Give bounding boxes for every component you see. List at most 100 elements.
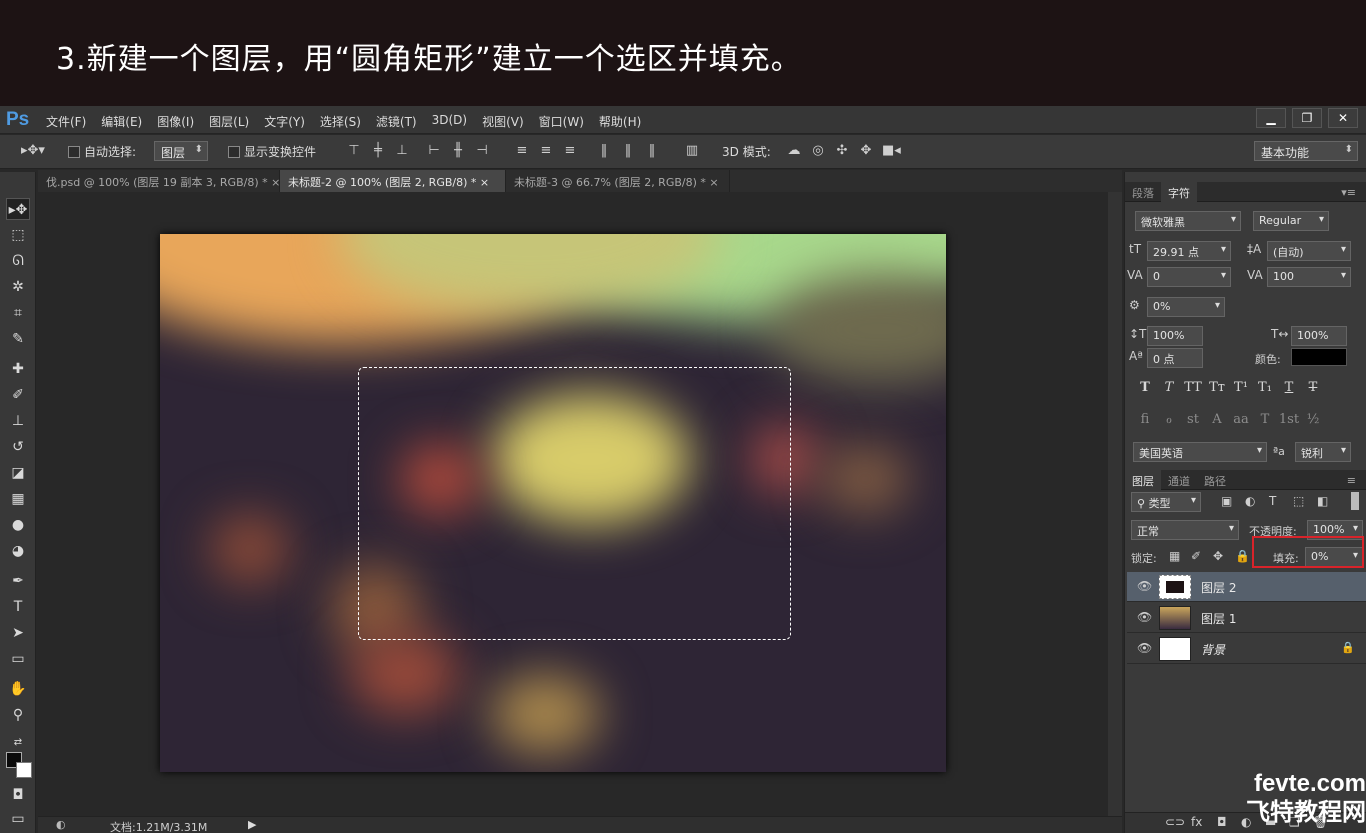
contextual-alt-button[interactable]: ℴ bbox=[1157, 412, 1181, 427]
doc-tab-3[interactable]: 未标题-3 @ 66.7% (图层 2, RGB/8) * × bbox=[506, 170, 730, 192]
tab-paths[interactable]: 路径 bbox=[1197, 470, 1233, 490]
close-tab-icon[interactable]: × bbox=[709, 176, 718, 189]
tab-layers[interactable]: 图层 bbox=[1125, 470, 1161, 490]
menu-view[interactable]: 视图(V) bbox=[482, 113, 524, 130]
distribute-bottom-icon[interactable]: ≡ bbox=[562, 143, 578, 159]
distribute-left-icon[interactable]: ‖ bbox=[596, 143, 612, 159]
menu-window[interactable]: 窗口(W) bbox=[539, 113, 584, 130]
distribute-hcenter-icon[interactable]: ‖ bbox=[620, 143, 636, 159]
lock-transparent-icon[interactable]: ▦ bbox=[1169, 549, 1180, 563]
tab-channels[interactable]: 通道 bbox=[1161, 470, 1197, 490]
align-left-icon[interactable]: ⊢ bbox=[426, 143, 442, 159]
healing-brush-icon[interactable]: ✚ bbox=[6, 358, 30, 380]
eraser-tool-icon[interactable]: ◪ bbox=[6, 462, 30, 484]
scale-3d-icon[interactable]: ■◂ bbox=[882, 143, 901, 159]
filter-shape-icon[interactable]: ⬚ bbox=[1293, 494, 1304, 508]
drag-3d-icon[interactable]: ✣ bbox=[834, 143, 850, 159]
move-tool-preset-icon[interactable]: ▸✥▾ bbox=[18, 143, 48, 159]
swash-button[interactable]: A bbox=[1205, 412, 1229, 427]
tab-paragraph[interactable]: 段落 bbox=[1125, 182, 1161, 202]
doc-tab-2[interactable]: 未标题-2 @ 100% (图层 2, RGB/8) * × bbox=[280, 170, 506, 192]
doc-tab-1[interactable]: 伐.psd @ 100% (图层 19 副本 3, RGB/8) * × bbox=[38, 170, 280, 192]
filter-pixel-icon[interactable]: ▣ bbox=[1221, 494, 1232, 508]
magic-wand-icon[interactable]: ✲ bbox=[6, 276, 30, 298]
crop-tool-icon[interactable]: ⌗ bbox=[6, 302, 30, 324]
layer-row[interactable]: 👁 图层 2 bbox=[1127, 572, 1366, 602]
lock-position-icon[interactable]: ✥ bbox=[1213, 549, 1223, 563]
dodge-tool-icon[interactable]: ◕ bbox=[6, 540, 30, 562]
leading-field[interactable]: (自动) bbox=[1267, 241, 1351, 261]
language-dropdown[interactable]: 美国英语 bbox=[1133, 442, 1267, 462]
all-caps-button[interactable]: TT bbox=[1181, 380, 1205, 395]
tab-character[interactable]: 字符 bbox=[1161, 182, 1197, 202]
baseline-shift-field[interactable]: 0 点 bbox=[1147, 348, 1203, 368]
align-bottom-icon[interactable]: ⊥ bbox=[394, 143, 410, 159]
ligatures-button[interactable]: fi bbox=[1133, 412, 1157, 427]
gradient-tool-icon[interactable]: ▦ bbox=[6, 488, 30, 510]
screen-mode-icon[interactable]: ▭ bbox=[6, 808, 30, 830]
auto-select-checkbox[interactable]: 自动选择: bbox=[68, 143, 136, 160]
layer-row[interactable]: 👁 图层 1 bbox=[1127, 603, 1366, 633]
titling-alt-button[interactable]: T bbox=[1253, 412, 1277, 427]
lasso-tool-icon[interactable]: ᘏ bbox=[6, 250, 30, 272]
minimize-button[interactable]: ▁ bbox=[1256, 108, 1286, 128]
menu-3d[interactable]: 3D(D) bbox=[432, 113, 467, 130]
status-menu-icon[interactable]: ◐ bbox=[56, 818, 66, 831]
subscript-button[interactable]: T₁ bbox=[1253, 380, 1277, 395]
filter-type-icon[interactable]: T bbox=[1269, 494, 1276, 508]
hand-tool-icon[interactable]: ✋ bbox=[6, 678, 30, 700]
roll-3d-icon[interactable]: ◎ bbox=[810, 143, 826, 159]
menu-layer[interactable]: 图层(L) bbox=[209, 113, 249, 130]
auto-align-icon[interactable]: ▥ bbox=[684, 143, 700, 159]
discretionary-lig-button[interactable]: st bbox=[1181, 412, 1205, 427]
vertical-scale-field[interactable]: 100% bbox=[1147, 326, 1203, 346]
vertical-scrollbar[interactable] bbox=[1108, 192, 1122, 816]
underline-button[interactable]: T bbox=[1277, 380, 1301, 395]
strikethrough-button[interactable]: T bbox=[1301, 380, 1325, 395]
restore-button[interactable]: ❐ bbox=[1292, 108, 1322, 128]
filter-smart-object-icon[interactable]: ◧ bbox=[1317, 494, 1328, 508]
kerning-field[interactable]: 0 bbox=[1147, 267, 1231, 287]
menu-filter[interactable]: 滤镜(T) bbox=[376, 113, 417, 130]
slide-3d-icon[interactable]: ✥ bbox=[858, 143, 874, 159]
blend-mode-dropdown[interactable]: 正常 bbox=[1131, 520, 1239, 540]
menu-help[interactable]: 帮助(H) bbox=[599, 113, 641, 130]
faux-bold-button[interactable]: T bbox=[1133, 380, 1157, 395]
eyedropper-icon[interactable]: ✎ bbox=[6, 328, 30, 350]
eye-icon[interactable]: 👁 bbox=[1137, 641, 1152, 655]
tsume-field[interactable]: 0% bbox=[1147, 297, 1225, 317]
type-tool-icon[interactable]: T bbox=[6, 596, 30, 618]
tracking-field[interactable]: 100 bbox=[1267, 267, 1351, 287]
layer-filter-dropdown[interactable]: ⚲ 类型 bbox=[1131, 492, 1201, 512]
menu-image[interactable]: 图像(I) bbox=[157, 113, 194, 130]
quick-mask-icon[interactable]: ◘ bbox=[6, 784, 30, 806]
faux-italic-button[interactable]: T bbox=[1157, 380, 1181, 395]
brush-tool-icon[interactable]: ✐ bbox=[6, 384, 30, 406]
workspace-dropdown[interactable]: 基本功能 bbox=[1254, 141, 1358, 161]
font-family-dropdown[interactable]: 微软雅黑 bbox=[1135, 211, 1241, 231]
align-right-icon[interactable]: ⊣ bbox=[474, 143, 490, 159]
zoom-tool-icon[interactable]: ⚲ bbox=[6, 704, 30, 726]
align-top-icon[interactable]: ⊤ bbox=[346, 143, 362, 159]
lock-all-icon[interactable]: 🔒 bbox=[1235, 549, 1250, 563]
lock-pixels-icon[interactable]: ✐ bbox=[1191, 549, 1201, 563]
history-brush-icon[interactable]: ↺ bbox=[6, 436, 30, 458]
font-style-dropdown[interactable]: Regular bbox=[1253, 211, 1329, 231]
stylistic-alt-button[interactable]: aa bbox=[1229, 412, 1253, 427]
close-tab-icon[interactable]: × bbox=[271, 176, 280, 189]
menu-edit[interactable]: 编辑(E) bbox=[101, 113, 142, 130]
filter-adjustment-icon[interactable]: ◐ bbox=[1245, 494, 1255, 508]
menu-file[interactable]: 文件(F) bbox=[46, 113, 86, 130]
distribute-vcenter-icon[interactable]: ≡ bbox=[538, 143, 554, 159]
panel-menu-icon[interactable]: ▾≡ bbox=[1334, 183, 1363, 203]
horizontal-scale-field[interactable]: 100% bbox=[1291, 326, 1347, 346]
status-arrow-icon[interactable]: ▶ bbox=[248, 818, 256, 831]
eye-icon[interactable]: 👁 bbox=[1137, 610, 1152, 624]
rounded-rect-selection[interactable] bbox=[358, 367, 791, 640]
layer-row[interactable]: 👁 背景 🔒 bbox=[1127, 634, 1366, 664]
align-vcenter-icon[interactable]: ╪ bbox=[370, 143, 386, 159]
path-select-icon[interactable]: ➤ bbox=[6, 622, 30, 644]
marquee-tool-icon[interactable]: ⬚ bbox=[6, 224, 30, 246]
text-color-swatch[interactable] bbox=[1291, 348, 1347, 366]
pen-tool-icon[interactable]: ✒ bbox=[6, 570, 30, 592]
